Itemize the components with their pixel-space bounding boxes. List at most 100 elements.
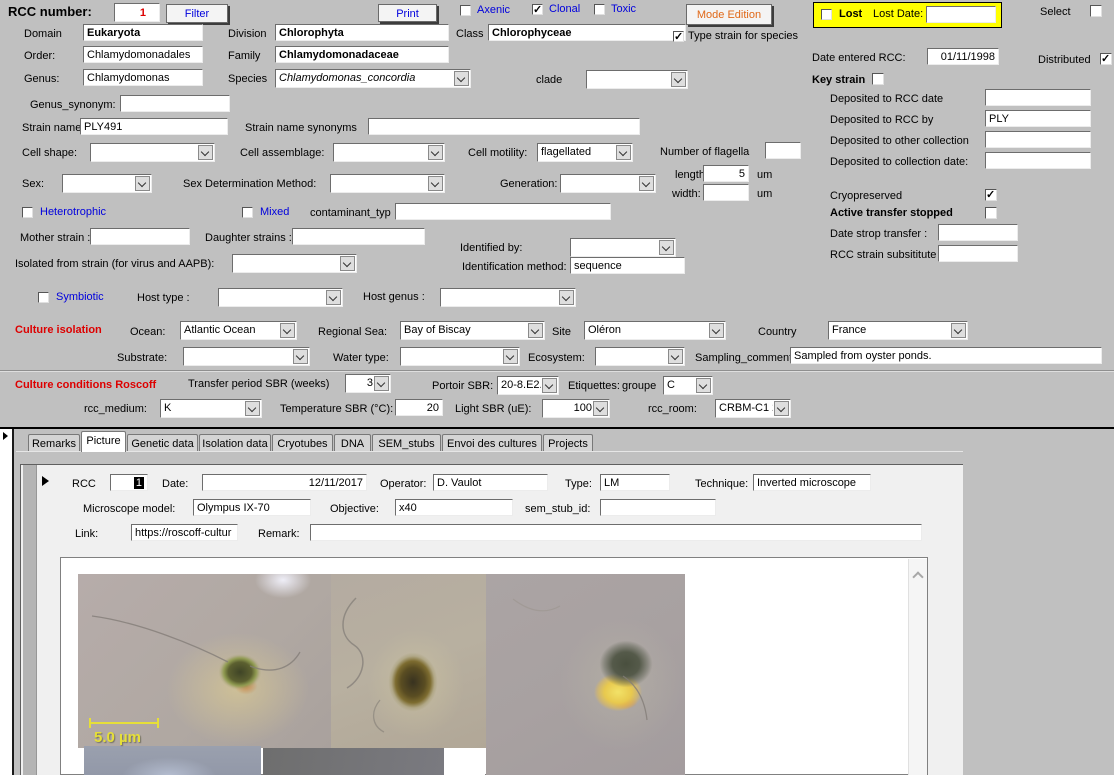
rcc-medium-dropdown-button[interactable]: [245, 401, 260, 416]
family-input[interactable]: [275, 46, 449, 63]
lost-date-input[interactable]: [926, 6, 996, 23]
isolated-from-combo[interactable]: [232, 254, 357, 273]
sampling-comment-input[interactable]: [790, 347, 1102, 364]
strain-name-input[interactable]: [80, 118, 228, 135]
water-type-combo[interactable]: [400, 347, 520, 366]
lost-checkbox[interactable]: [821, 9, 832, 20]
tab-envoi-des-cultures[interactable]: Envoi des cultures: [442, 434, 542, 452]
active-transfer-stopped-checkbox[interactable]: [985, 207, 997, 219]
tab-genetic-data[interactable]: Genetic data: [127, 434, 198, 452]
objective-input[interactable]: [395, 499, 513, 516]
sem-stub-id-input[interactable]: [600, 499, 716, 516]
cell-assemblage-combo[interactable]: [333, 143, 445, 162]
toxic-checkbox[interactable]: [594, 4, 605, 15]
rcc-medium-combo[interactable]: K: [160, 399, 262, 418]
identified-by-dropdown-button[interactable]: [659, 240, 674, 255]
host-genus-dropdown-button[interactable]: [559, 290, 574, 305]
symbiotic-checkbox[interactable]: [38, 292, 49, 303]
clade-dropdown-button[interactable]: [671, 72, 686, 87]
link-input[interactable]: [131, 524, 238, 541]
rcc-number-input[interactable]: [114, 3, 160, 22]
mixed-checkbox[interactable]: [242, 207, 253, 218]
cell-motility-dropdown-button[interactable]: [616, 145, 631, 160]
deposited-rcc-by-input[interactable]: [985, 110, 1091, 127]
date-strop-input[interactable]: [938, 224, 1018, 241]
mode-edition-button[interactable]: Mode Edition: [686, 4, 772, 25]
cell-shape-dropdown-button[interactable]: [198, 145, 213, 160]
tab-dna[interactable]: DNA: [334, 434, 371, 452]
tab-sem-stubs[interactable]: SEM_stubs: [372, 434, 441, 452]
transfer-period-dropdown-button[interactable]: [374, 376, 389, 391]
country-combo[interactable]: France: [828, 321, 968, 340]
cell-motility-combo[interactable]: flagellated: [537, 143, 633, 162]
picture-type-input[interactable]: [600, 474, 670, 491]
rcc-substitute-input[interactable]: [938, 245, 1018, 262]
tab-isolation-data[interactable]: Isolation data: [199, 434, 271, 452]
rcc-room-dropdown-button[interactable]: [774, 401, 789, 416]
portoir-combo[interactable]: 20-8.E2.: [497, 376, 559, 395]
substrate-combo[interactable]: [183, 347, 310, 366]
deposited-collection-date-input[interactable]: [985, 152, 1091, 169]
ecosystem-combo[interactable]: [595, 347, 685, 366]
tab-cryotubes[interactable]: Cryotubes: [272, 434, 333, 452]
key-strain-checkbox[interactable]: [872, 73, 884, 85]
domain-input[interactable]: [83, 24, 203, 41]
clade-combo[interactable]: [586, 70, 688, 89]
regional-sea-combo[interactable]: Bay of Biscay: [400, 321, 545, 340]
contaminant-input[interactable]: [395, 203, 611, 220]
width-input[interactable]: [703, 184, 749, 201]
regional-sea-dropdown-button[interactable]: [528, 323, 543, 338]
water-type-dropdown-button[interactable]: [503, 349, 518, 364]
strain-synonyms-input[interactable]: [368, 118, 640, 135]
isolated-from-dropdown-button[interactable]: [340, 256, 355, 271]
sex-dropdown-button[interactable]: [135, 176, 150, 191]
portoir-dropdown-button[interactable]: [542, 378, 557, 393]
deposited-rcc-date-input[interactable]: [985, 89, 1091, 106]
cell-shape-combo[interactable]: [90, 143, 215, 162]
site-combo[interactable]: Oléron: [584, 321, 726, 340]
select-checkbox[interactable]: [1090, 5, 1102, 17]
technique-input[interactable]: [753, 474, 871, 491]
country-dropdown-button[interactable]: [951, 323, 966, 338]
light-combo[interactable]: 100: [542, 399, 610, 418]
sex-combo[interactable]: [62, 174, 152, 193]
light-dropdown-button[interactable]: [593, 401, 608, 416]
picture-rcc-input[interactable]: 1: [110, 474, 148, 491]
sex-method-combo[interactable]: [330, 174, 445, 193]
daughter-strains-input[interactable]: [292, 228, 425, 245]
sex-method-dropdown-button[interactable]: [428, 176, 443, 191]
genus-input[interactable]: [83, 69, 203, 86]
cryopreserved-checkbox[interactable]: [985, 189, 997, 201]
operator-input[interactable]: [433, 474, 548, 491]
picture-remark-input[interactable]: [310, 524, 922, 541]
picture-date-input[interactable]: [202, 474, 367, 491]
generation-dropdown-button[interactable]: [639, 176, 654, 191]
mother-strain-input[interactable]: [90, 228, 190, 245]
length-input[interactable]: [703, 165, 749, 182]
substrate-dropdown-button[interactable]: [293, 349, 308, 364]
distributed-checkbox[interactable]: [1100, 53, 1112, 65]
ocean-dropdown-button[interactable]: [280, 323, 295, 338]
etiquettes-combo[interactable]: C: [663, 376, 713, 395]
flagella-input[interactable]: [765, 142, 801, 159]
generation-combo[interactable]: [560, 174, 656, 193]
identification-method-input[interactable]: [570, 257, 685, 274]
species-combo[interactable]: Chlamydomonas_concordia: [275, 69, 471, 88]
etiquettes-dropdown-button[interactable]: [696, 378, 711, 393]
date-entered-input[interactable]: [927, 48, 999, 65]
class-input[interactable]: [488, 24, 686, 41]
tab-remarks[interactable]: Remarks: [28, 434, 80, 452]
division-input[interactable]: [275, 24, 449, 41]
host-type-combo[interactable]: [218, 288, 343, 307]
heterotrophic-checkbox[interactable]: [22, 207, 33, 218]
ocean-combo[interactable]: Atlantic Ocean: [180, 321, 297, 340]
transfer-period-combo[interactable]: 3: [345, 374, 391, 393]
identified-by-combo[interactable]: [570, 238, 676, 257]
host-type-dropdown-button[interactable]: [326, 290, 341, 305]
picture-scrollbar[interactable]: [908, 559, 927, 775]
microscope-model-input[interactable]: [193, 499, 311, 516]
temperature-input[interactable]: [395, 399, 443, 416]
ecosystem-dropdown-button[interactable]: [668, 349, 683, 364]
axenic-checkbox[interactable]: [460, 5, 471, 16]
order-input[interactable]: [83, 46, 203, 63]
